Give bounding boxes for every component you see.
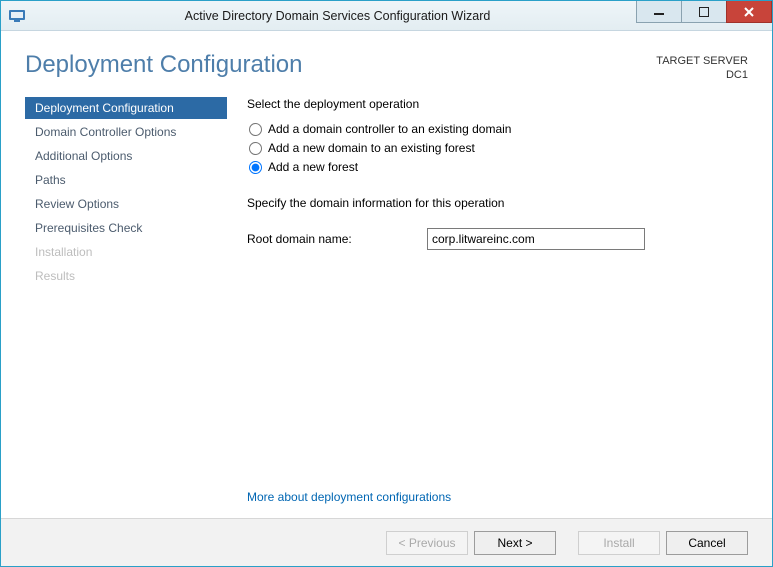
root-domain-field: Root domain name: [247,228,748,250]
target-server-value: DC1 [656,69,748,83]
close-button[interactable] [726,1,772,23]
radio-existing-forest-input[interactable] [249,142,262,155]
sidebar: Deployment Configuration Domain Controll… [25,93,227,519]
sidebar-item-domain-controller-options[interactable]: Domain Controller Options [25,121,227,143]
radio-existing-forest[interactable]: Add a new domain to an existing forest [247,140,748,157]
page-title: Deployment Configuration [25,51,656,79]
radio-existing-forest-label: Add a new domain to an existing forest [268,141,475,155]
specify-info-label: Specify the domain information for this … [247,196,748,210]
radio-existing-domain-input[interactable] [249,123,262,136]
next-button[interactable]: Next > [474,531,556,555]
cancel-button[interactable]: Cancel [666,531,748,555]
sidebar-item-paths[interactable]: Paths [25,169,227,191]
more-about-link[interactable]: More about deployment configurations [247,490,748,504]
app-icon [7,6,27,26]
maximize-button[interactable] [681,1,727,23]
header-row: Deployment Configuration TARGET SERVER D… [1,31,772,93]
sidebar-item-results: Results [25,265,227,287]
titlebar: Active Directory Domain Services Configu… [1,1,772,31]
sidebar-item-installation: Installation [25,241,227,263]
button-bar: < Previous Next > Install Cancel [1,518,772,566]
select-operation-label: Select the deployment operation [247,97,748,111]
minimize-button[interactable] [636,1,682,23]
radio-existing-domain[interactable]: Add a domain controller to an existing d… [247,121,748,138]
sidebar-item-deployment-configuration[interactable]: Deployment Configuration [25,97,227,119]
radio-new-forest-input[interactable] [249,161,262,174]
sidebar-item-additional-options[interactable]: Additional Options [25,145,227,167]
radio-new-forest[interactable]: Add a new forest [247,159,748,176]
previous-button: < Previous [386,531,468,555]
sidebar-item-prerequisites-check[interactable]: Prerequisites Check [25,217,227,239]
deployment-operation-radios: Add a domain controller to an existing d… [247,121,748,178]
window-controls [637,1,772,23]
root-domain-input[interactable] [427,228,645,250]
sidebar-item-review-options[interactable]: Review Options [25,193,227,215]
root-domain-label: Root domain name: [247,232,427,246]
radio-new-forest-label: Add a new forest [268,160,358,174]
form-pane: Select the deployment operation Add a do… [227,93,748,519]
target-server-label: TARGET SERVER [656,55,748,69]
content-area: Deployment Configuration TARGET SERVER D… [1,31,772,566]
wizard-window: Active Directory Domain Services Configu… [0,0,773,567]
target-server-block: TARGET SERVER DC1 [656,51,748,83]
install-button: Install [578,531,660,555]
main-area: Deployment Configuration Domain Controll… [1,93,772,519]
radio-existing-domain-label: Add a domain controller to an existing d… [268,122,511,136]
